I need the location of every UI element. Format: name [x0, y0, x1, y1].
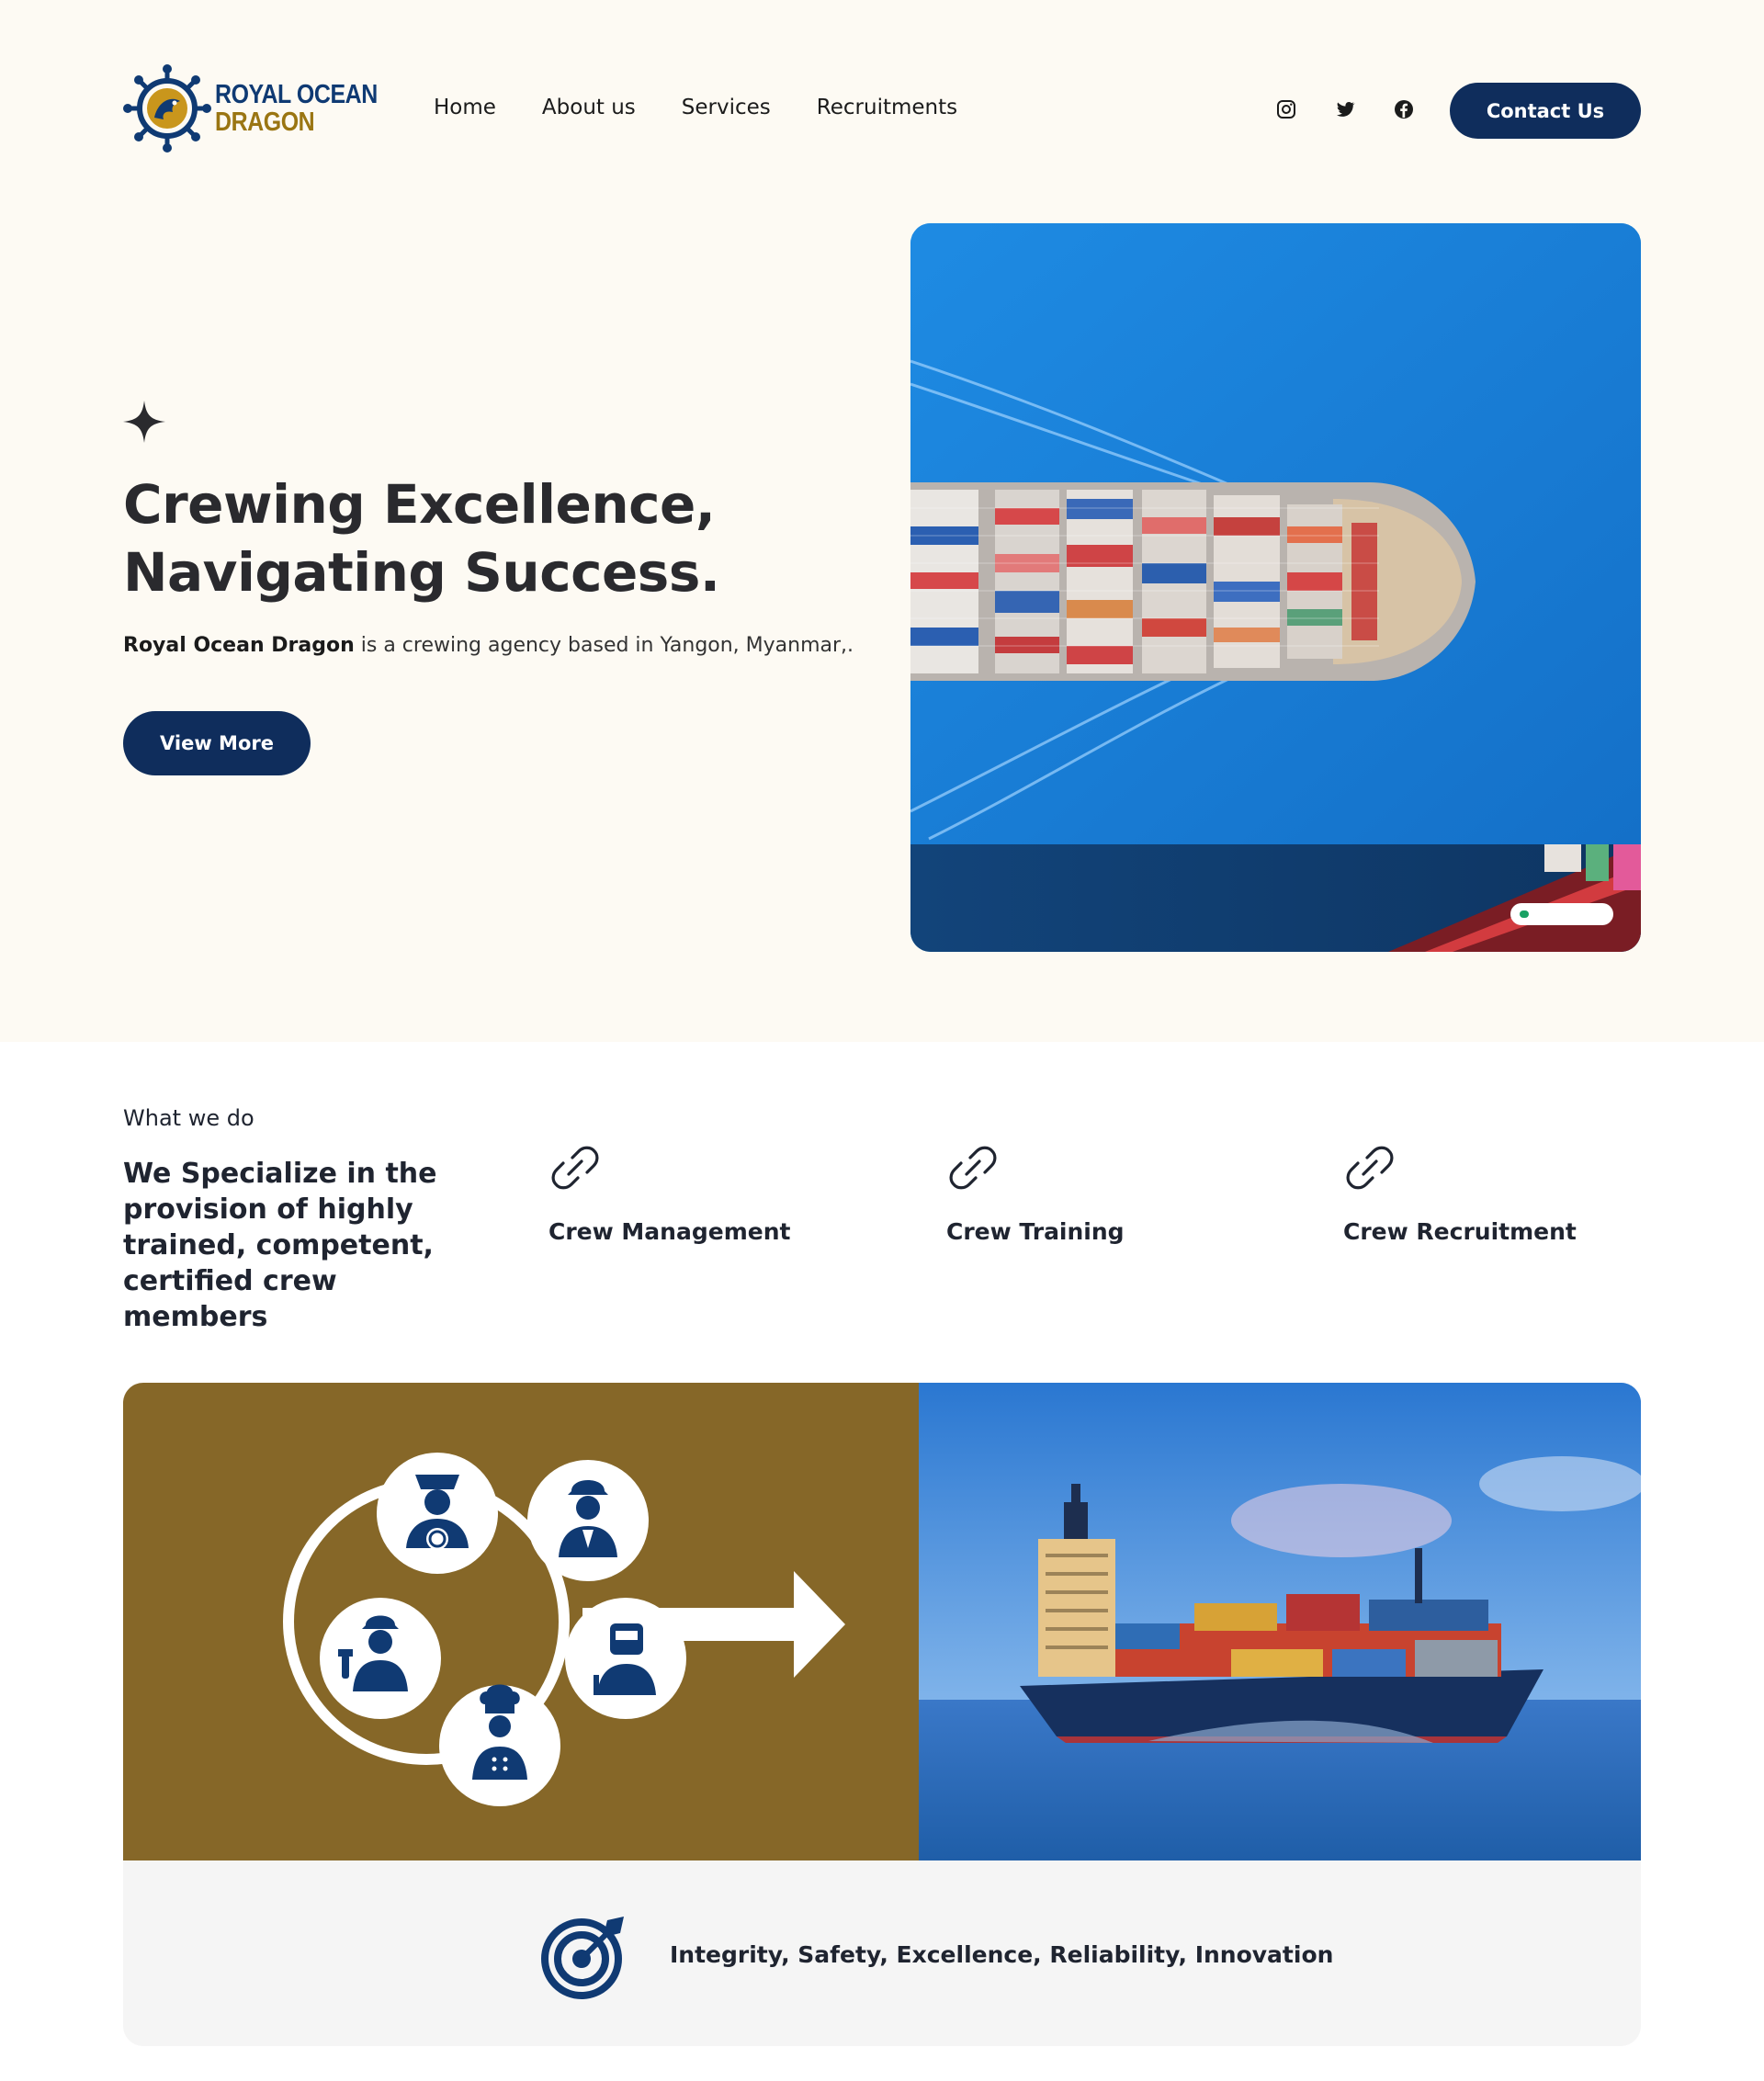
- nav-item-recruitments[interactable]: Recruitments: [817, 96, 957, 119]
- instagram-icon[interactable]: [1275, 98, 1297, 120]
- container-ship-image: [919, 1383, 1641, 1860]
- target-icon: [541, 1917, 624, 1999]
- facebook-icon[interactable]: [1393, 98, 1415, 120]
- hero-image-carousel[interactable]: [910, 223, 1641, 952]
- brand-name-line2: DRAGON: [215, 107, 315, 137]
- hero-subtitle: Royal Ocean Dragon is a crewing agency b…: [123, 634, 854, 657]
- feature-card: Integrity, Safety, Excellence, Reliabili…: [123, 1383, 1641, 2046]
- view-more-button[interactable]: View More: [123, 711, 311, 775]
- ship-wheel-logo-icon: [123, 64, 211, 153]
- section-label-what-we-do: What we do: [123, 1105, 254, 1131]
- service-crew-management[interactable]: Crew Management: [548, 1141, 790, 1245]
- hero-section: ROYAL OCEAN DRAGON Home About us Service…: [0, 0, 1764, 1042]
- service-label: Crew Training: [946, 1218, 1125, 1245]
- hero-title-line2: Navigating Success.: [123, 541, 720, 604]
- social-links: [1275, 98, 1415, 120]
- values-bar: Integrity, Safety, Excellence, Reliabili…: [123, 1860, 1641, 2046]
- brand-name-line1: ROYAL OCEAN: [215, 80, 378, 109]
- main-nav: Home About us Services Recruitments: [434, 96, 957, 119]
- section-title-specialize: We Specialize in the provision of highly…: [123, 1158, 437, 1333]
- brand-logo[interactable]: ROYAL OCEAN DRAGON: [123, 64, 404, 153]
- crew-diagram-panel: [123, 1383, 919, 1860]
- nav-item-about[interactable]: About us: [542, 96, 636, 119]
- carousel-indicator[interactable]: [1510, 903, 1613, 925]
- service-crew-recruitment[interactable]: Crew Recruitment: [1343, 1141, 1577, 1245]
- link-icon: [949, 1146, 997, 1190]
- service-label: Crew Recruitment: [1343, 1218, 1577, 1245]
- carousel-dot-active[interactable]: [1520, 910, 1529, 918]
- link-icon: [551, 1146, 599, 1190]
- service-label: Crew Management: [548, 1218, 791, 1245]
- nav-item-services[interactable]: Services: [682, 96, 771, 119]
- service-crew-training[interactable]: Crew Training: [946, 1141, 1125, 1245]
- sparkle-icon: [123, 401, 165, 443]
- nav-item-home[interactable]: Home: [434, 96, 496, 119]
- contact-us-button[interactable]: Contact Us: [1450, 83, 1641, 139]
- hero-subtitle-brand: Royal Ocean Dragon: [123, 634, 355, 657]
- container-ship-aerial-image: [910, 223, 1641, 952]
- hero-title: Crewing Excellence, Navigating Success.: [123, 470, 821, 606]
- link-icon: [1346, 1146, 1394, 1190]
- hero-subtitle-text: is a crewing agency based in Yangon, Mya…: [354, 634, 854, 657]
- site-header: ROYAL OCEAN DRAGON Home About us Service…: [123, 55, 1641, 165]
- hero-title-line1: Crewing Excellence,: [123, 473, 716, 536]
- company-values-text: Integrity, Safety, Excellence, Reliabili…: [670, 1941, 1334, 1968]
- ship-photo-panel: [919, 1383, 1641, 1860]
- twitter-icon[interactable]: [1334, 98, 1356, 120]
- crew-cycle-illustration: [283, 1453, 845, 1806]
